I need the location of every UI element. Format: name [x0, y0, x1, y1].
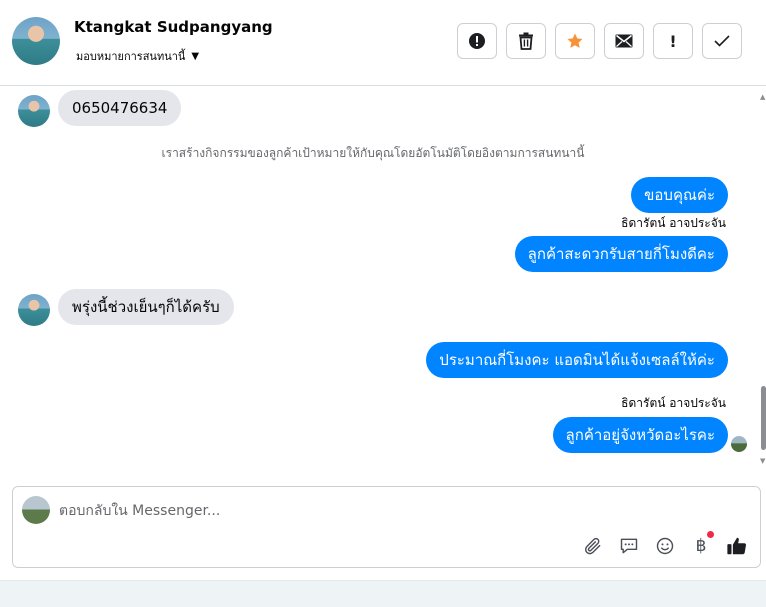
saved-reply-icon	[620, 538, 638, 554]
scroll-up-arrow-icon[interactable]: ▲	[760, 93, 766, 101]
system-note: เราสร้างกิจกรรมของลูกค้าเป้าหมายให้กับคุ…	[161, 146, 585, 160]
page-avatar	[22, 496, 50, 524]
assign-label: มอบหมายการสนทนานี้	[76, 50, 186, 63]
alert-circle-icon	[469, 33, 485, 49]
reply-composer: ฿	[12, 486, 761, 568]
conversation-header: Ktangkat Sudpangyang มอบหมายการสนทนานี้ …	[0, 0, 766, 86]
incoming-message[interactable]: พรุ่งนี้ช่วงเย็นๆก็ได้ครับ	[58, 289, 234, 325]
seen-avatar	[731, 436, 747, 452]
outgoing-message[interactable]: ประมาณกี่โมงคะ แอดมินได้แจ้งเซลล์ให้ค่ะ	[426, 342, 728, 378]
contact-name[interactable]: Ktangkat Sudpangyang	[74, 18, 273, 36]
check-icon	[714, 35, 730, 47]
like-button[interactable]	[726, 535, 748, 557]
envelope-icon	[615, 34, 633, 48]
baht-icon: ฿	[695, 536, 707, 556]
delete-button[interactable]	[506, 23, 546, 59]
paperclip-icon	[584, 537, 601, 555]
scroll-down-arrow-icon[interactable]: ▼	[760, 457, 766, 465]
header-actions: !	[457, 23, 742, 59]
trash-icon	[519, 32, 533, 50]
exclamation-icon: !	[669, 31, 677, 51]
contact-avatar-small	[18, 95, 50, 127]
attach-button[interactable]	[582, 535, 604, 557]
report-button[interactable]	[457, 23, 497, 59]
emoji-button[interactable]	[654, 535, 676, 557]
important-button[interactable]: !	[653, 23, 693, 59]
star-button[interactable]	[555, 23, 595, 59]
message-thread[interactable]: 0650476634 เราสร้างกิจกรรมของลูกค้าเป้าห…	[0, 87, 766, 475]
caret-down-icon: ▼	[191, 50, 200, 62]
incoming-message[interactable]: 0650476634	[58, 90, 182, 126]
contact-avatar-small	[18, 294, 50, 326]
outgoing-message[interactable]: ลูกค้าอยู่จังหวัดอะไรคะ	[552, 417, 728, 453]
outgoing-message[interactable]: ลูกค้าสะดวกรับสายกี่โมงดีคะ	[514, 236, 728, 272]
mark-done-button[interactable]	[702, 23, 742, 59]
mark-unread-button[interactable]	[604, 23, 644, 59]
reply-input[interactable]	[59, 497, 739, 525]
payment-button[interactable]: ฿	[690, 531, 714, 557]
outgoing-message[interactable]: ขอบคุณค่ะ	[631, 177, 728, 213]
thumbs-up-icon	[727, 537, 747, 555]
composer-tools: ฿	[582, 531, 748, 557]
star-icon	[567, 33, 583, 48]
notification-dot	[707, 531, 714, 538]
sender-name: ธิดารัตน์ อาจประจัน	[621, 216, 726, 230]
contact-avatar[interactable]	[12, 17, 60, 65]
scrollbar-thumb[interactable]	[761, 386, 766, 450]
bottom-strip	[0, 580, 766, 607]
saved-replies-button[interactable]	[618, 535, 640, 557]
assign-conversation-dropdown[interactable]: มอบหมายการสนทนานี้ ▼	[76, 47, 199, 65]
emoji-icon	[656, 537, 674, 555]
sender-name: ธิดารัตน์ อาจประจัน	[621, 396, 726, 410]
